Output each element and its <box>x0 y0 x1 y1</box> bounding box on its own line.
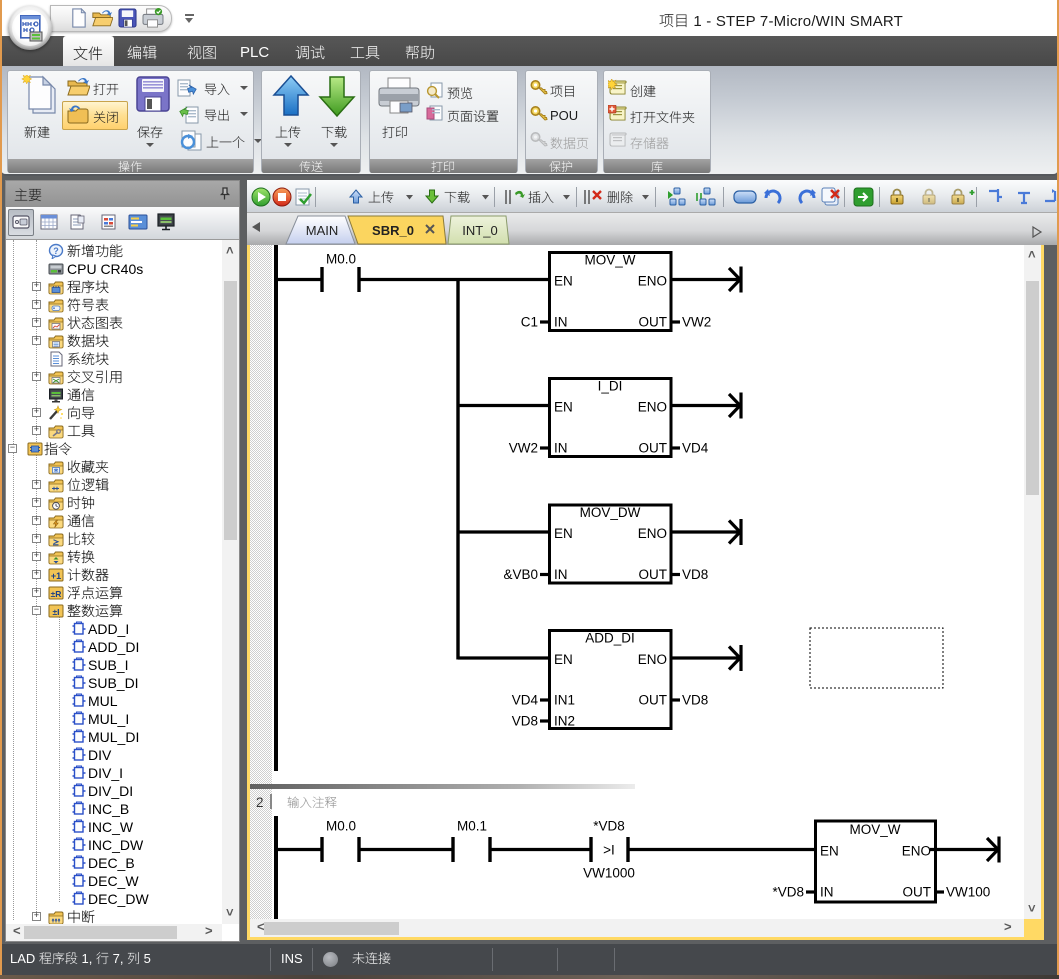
svg-text:*VD8: *VD8 <box>593 819 625 834</box>
svg-text:ENO: ENO <box>638 400 667 415</box>
svg-text:M0.0: M0.0 <box>326 819 356 834</box>
svg-text:VW2: VW2 <box>509 441 538 456</box>
svg-text:M0.0: M0.0 <box>326 252 356 267</box>
svg-text:IN: IN <box>554 567 568 582</box>
svg-text:IN2: IN2 <box>554 714 575 729</box>
svg-text:VD4: VD4 <box>682 441 709 456</box>
svg-text:OUT: OUT <box>903 885 932 900</box>
svg-text:IN: IN <box>554 441 568 456</box>
svg-text:M0.1: M0.1 <box>457 819 487 834</box>
svg-text:VD4: VD4 <box>512 693 539 708</box>
svg-text:MOV_W: MOV_W <box>584 253 635 268</box>
svg-text:ENO: ENO <box>638 274 667 289</box>
svg-text:MAIN: MAIN <box>306 223 339 238</box>
svg-text:SBR_0: SBR_0 <box>372 223 414 238</box>
svg-text:INT_0: INT_0 <box>462 223 497 238</box>
svg-text:OUT: OUT <box>639 441 668 456</box>
svg-text:MOV_W: MOV_W <box>849 822 900 837</box>
svg-text:OUT: OUT <box>639 693 668 708</box>
svg-text:VD8: VD8 <box>682 567 708 582</box>
svg-text:2: 2 <box>256 795 264 810</box>
svg-text:IN: IN <box>820 885 834 900</box>
svg-text:VD8: VD8 <box>682 693 708 708</box>
svg-text:1 - STEP 7-Micro/WIN SMART: 1 - STEP 7-Micro/WIN SMART <box>689 13 903 30</box>
svg-text:±I: ±I <box>52 607 59 617</box>
svg-text:VW2: VW2 <box>682 315 711 330</box>
svg-text:±R: ±R <box>51 589 62 599</box>
svg-text:+1: +1 <box>51 571 61 581</box>
svg-text:1,: 1, <box>78 951 96 966</box>
svg-text:VD8: VD8 <box>512 714 538 729</box>
svg-text:ENO: ENO <box>638 652 667 667</box>
svg-text:5: 5 <box>140 951 151 966</box>
svg-text:&VB0: &VB0 <box>503 567 538 582</box>
svg-text:OUT: OUT <box>639 315 668 330</box>
svg-text:C1: C1 <box>521 315 538 330</box>
svg-text:VW100: VW100 <box>946 885 990 900</box>
svg-text:>I: >I <box>603 843 615 858</box>
svg-text:*VD8: *VD8 <box>772 885 804 900</box>
svg-text:ADD_DI: ADD_DI <box>585 631 635 646</box>
svg-text:I_DI: I_DI <box>598 379 623 394</box>
svg-text:EN: EN <box>820 844 839 859</box>
svg-text:LAD: LAD <box>10 951 35 966</box>
svg-text:?: ? <box>53 246 59 256</box>
svg-text:IN1: IN1 <box>554 693 575 708</box>
svg-text:EN: EN <box>554 526 573 541</box>
svg-text:OUT: OUT <box>639 567 668 582</box>
svg-text:ENO: ENO <box>638 526 667 541</box>
svg-text:EN: EN <box>554 274 573 289</box>
svg-text:IN: IN <box>554 315 568 330</box>
svg-text:EN: EN <box>554 400 573 415</box>
svg-text:EN: EN <box>554 652 573 667</box>
svg-text:ENO: ENO <box>902 844 931 859</box>
svg-text:VW1000: VW1000 <box>583 866 635 881</box>
svg-text:7,: 7, <box>109 951 127 966</box>
svg-text:MOV_DW: MOV_DW <box>580 505 641 520</box>
